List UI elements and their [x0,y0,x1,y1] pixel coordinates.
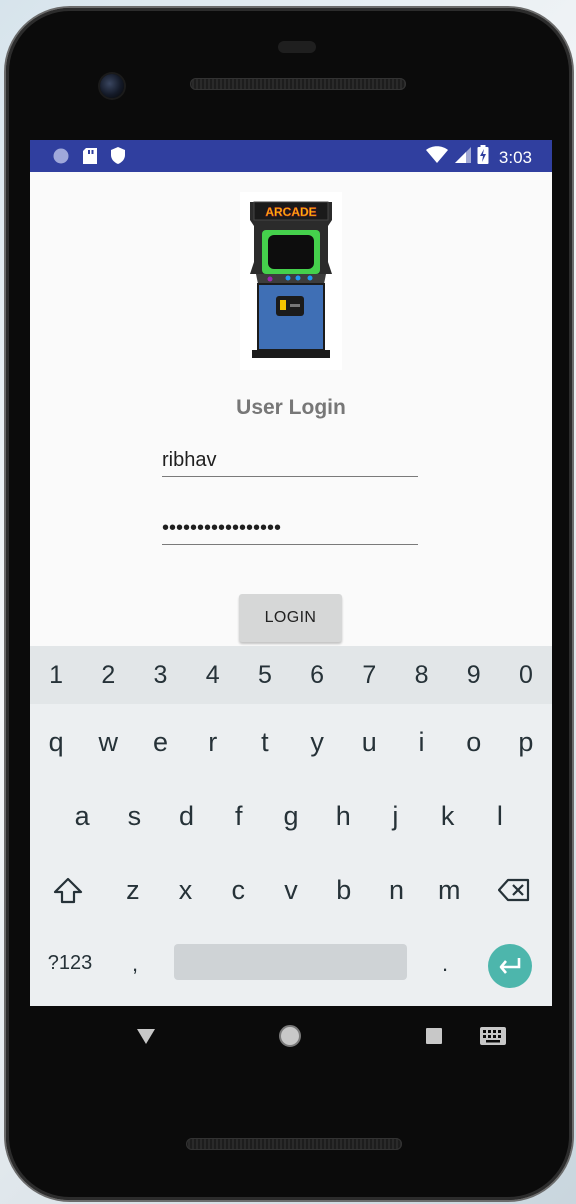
letter-key[interactable]: l [474,786,526,846]
wifi-icon [425,146,448,169]
letter-key[interactable]: f [213,786,265,846]
username-input[interactable] [162,449,418,472]
earpiece-speaker [190,78,406,90]
number-key[interactable]: 5 [239,646,291,704]
number-key[interactable]: 7 [343,646,395,704]
device-screen: 3:03 ARCADE User Login LOGIN 12345 [30,140,552,1006]
letter-key[interactable]: b [317,860,370,920]
letter-key[interactable]: i [395,712,447,772]
circle-icon [52,147,70,170]
number-key[interactable]: 4 [187,646,239,704]
letter-key[interactable]: t [239,712,291,772]
letter-key[interactable]: d [160,786,212,846]
number-key[interactable]: 0 [500,646,552,704]
letter-key[interactable]: m [423,860,476,920]
letter-key[interactable]: w [82,712,134,772]
comma-key[interactable]: , [124,946,146,982]
backspace-key[interactable] [476,860,552,920]
top-sensor [278,41,316,53]
period-key[interactable]: . [434,946,456,982]
page-title: User Login [236,396,346,419]
navigation-bar [30,1006,552,1068]
letter-key[interactable]: a [56,786,108,846]
letter-key[interactable]: y [291,712,343,772]
backspace-icon [497,878,529,902]
letter-key[interactable]: x [159,860,212,920]
keyboard-switch-icon[interactable] [480,1027,506,1050]
letter-key[interactable]: z [106,860,159,920]
shield-icon [110,146,126,170]
number-key[interactable]: 8 [395,646,447,704]
username-field[interactable] [162,442,418,477]
symbols-key[interactable]: ?123 [44,948,96,978]
letter-key[interactable]: p [500,712,552,772]
login-button[interactable]: LOGIN [239,594,342,642]
shift-key[interactable] [30,860,106,920]
signal-icon [454,146,471,169]
shift-icon [54,877,83,904]
number-key[interactable]: 2 [82,646,134,704]
letter-key[interactable]: e [134,712,186,772]
status-bar: 3:03 [30,140,552,172]
letter-key[interactable]: q [30,712,82,772]
home-icon[interactable] [278,1024,302,1053]
arcade-marquee-text: ARCADE [265,205,316,219]
soft-keyboard: 1234567890 qwertyuiop asdfghjkl zxcvbnm … [30,646,552,1006]
bottom-speaker [186,1138,402,1150]
enter-icon [499,958,521,974]
number-row: 1234567890 [30,646,552,704]
letter-key[interactable]: c [212,860,265,920]
back-icon[interactable] [136,1028,156,1050]
letter-key[interactable]: n [370,860,423,920]
number-key[interactable]: 6 [291,646,343,704]
password-input[interactable] [162,517,418,540]
recents-icon[interactable] [426,1028,442,1049]
number-key[interactable]: 9 [448,646,500,704]
sd-card-icon [82,147,98,170]
letter-key[interactable]: g [265,786,317,846]
arcade-machine-image: ARCADE [240,192,342,370]
keyboard-row-3: zxcvbnm [30,860,552,920]
battery-charging-icon [477,145,489,170]
letter-key[interactable]: u [343,712,395,772]
letter-key[interactable]: o [448,712,500,772]
letter-key[interactable]: v [265,860,318,920]
front-camera [100,74,124,98]
letter-key[interactable]: k [422,786,474,846]
space-key[interactable] [174,944,407,980]
status-time: 3:03 [498,147,532,167]
number-key[interactable]: 1 [30,646,82,704]
letter-key[interactable]: j [369,786,421,846]
enter-key[interactable] [488,944,532,988]
keyboard-row-1: qwertyuiop [30,712,552,772]
number-key[interactable]: 3 [134,646,186,704]
letter-key[interactable]: s [108,786,160,846]
letter-key[interactable]: h [317,786,369,846]
letter-key[interactable]: r [187,712,239,772]
keyboard-row-2: asdfghjkl [30,786,552,846]
password-field[interactable] [162,510,418,545]
